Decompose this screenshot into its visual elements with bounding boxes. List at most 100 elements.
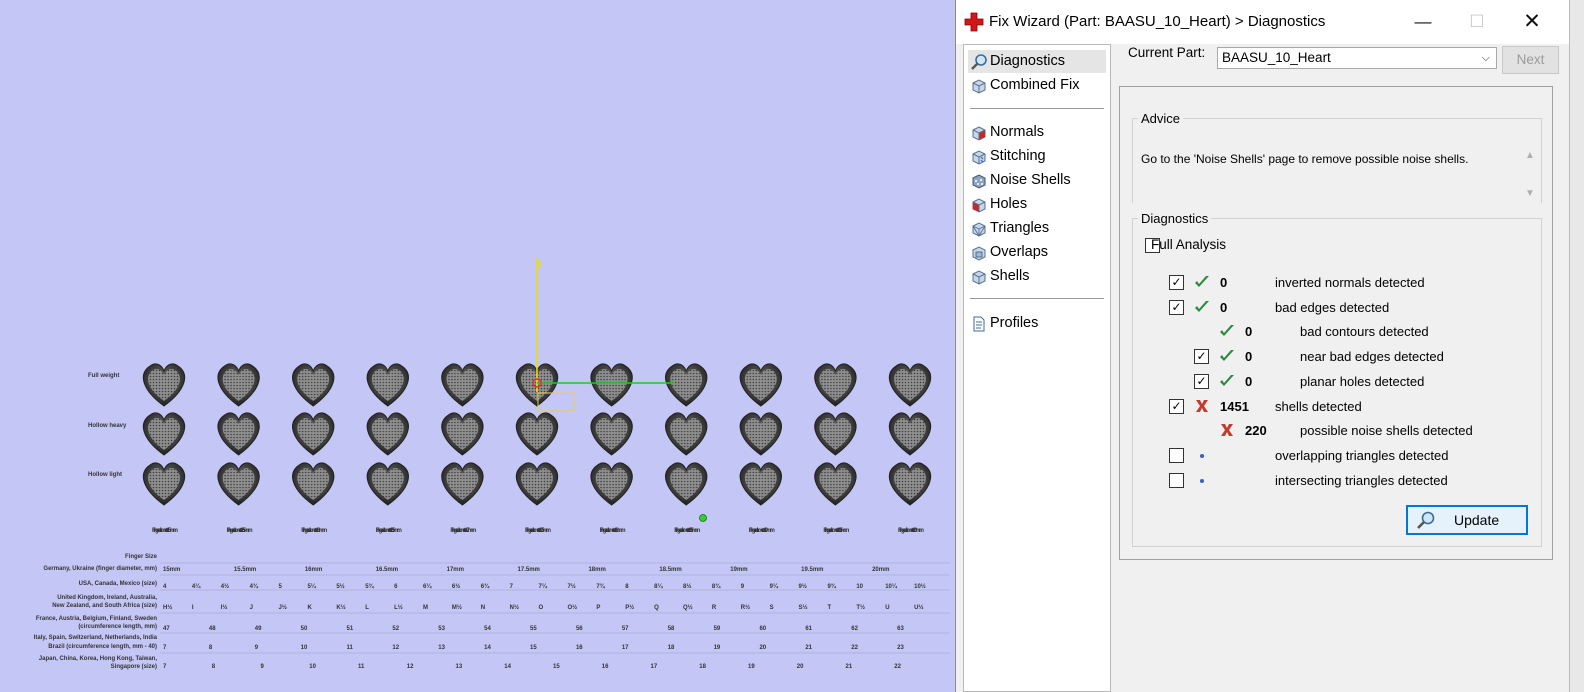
size-table-cell: 4¼ [192,583,201,590]
nav-item-label: Combined Fix [990,77,1080,93]
nav-item-combined-fix[interactable]: Combined Fix [968,74,1106,97]
diagnostic-label: bad contours detected [1300,324,1429,339]
heart-model[interactable] [142,363,186,407]
size-table-cell: 11 [347,645,354,651]
heart-model[interactable] [441,363,484,407]
heart-model[interactable] [739,412,782,456]
size-table-cell: M [423,605,428,611]
heart-model[interactable] [739,462,782,506]
heart-model[interactable] [665,462,708,506]
nav-item-normals[interactable]: Normals [968,121,1106,144]
heart-model[interactable] [515,462,559,506]
row-labels: Full weight Hollow heavy Hollow light [88,373,127,478]
nav-item-diagnostics[interactable]: Diagnostics [968,50,1106,73]
heart-model[interactable] [888,462,932,506]
nav-item-noise-shells[interactable]: Noise Shells [968,169,1106,192]
heart-model[interactable] [366,462,409,506]
finger-size-label: Finger diameter 15mm [152,528,178,534]
heart-model[interactable] [142,462,186,506]
heart-model[interactable] [366,412,409,456]
size-table-cell: 58 [668,626,675,632]
noise-shells-icon [972,174,986,189]
heart-model[interactable] [292,412,335,456]
heart-model[interactable] [142,412,186,456]
diagnostic-checkbox[interactable] [1169,448,1184,463]
scroll-down-icon[interactable]: ▼ [1525,188,1535,199]
current-part-label: Current Part: [1128,45,1206,60]
diagnostic-label: possible noise shells detected [1300,423,1473,438]
diagnostic-checkbox[interactable]: ✓ [1169,275,1184,290]
size-table-cell: 5¼ [307,583,316,590]
heart-model[interactable] [441,462,484,506]
size-table-cell: O [539,605,544,611]
size-table-cell: P [596,605,600,611]
advice-scrollbar[interactable]: ▲ ▼ [1523,148,1541,204]
size-table-cell: 7 [510,584,514,590]
heart-model[interactable] [888,363,932,407]
diagnostic-checkbox[interactable]: ✓ [1194,349,1209,364]
heart-model[interactable] [292,363,335,407]
heart-model[interactable] [515,412,559,456]
heart-model[interactable] [217,412,260,456]
title-bar[interactable]: Fix Wizard (Part: BAASU_10_Heart) > Diag… [956,0,1570,44]
minimize-button[interactable]: — [1411,10,1435,34]
heart-model[interactable] [814,412,857,456]
overlaps-cube-icon [972,246,986,261]
size-table-cell: 15mm [163,567,180,573]
size-table-cell: H½ [163,604,172,611]
heart-model[interactable] [888,412,932,456]
diagnostic-count: 0 [1245,349,1253,364]
heart-model[interactable] [590,363,633,407]
diagnostic-label: bad edges detected [1275,300,1390,315]
close-button[interactable]: ✕ [1520,10,1544,34]
diagnostic-checkbox[interactable]: ✓ [1194,374,1209,389]
diagnostic-count: 0 [1220,300,1228,315]
nav-item-shells[interactable]: Shells [968,265,1106,288]
nav-item-holes[interactable]: Holes [968,193,1106,216]
diagnostic-checkbox[interactable]: ✓ [1169,300,1184,315]
size-table-cell: 10 [309,664,316,670]
3d-viewport[interactable]: Full weight Hollow heavy Hollow light Fing… [0,0,955,692]
heart-model[interactable] [590,462,633,506]
size-table-cell: I½ [221,604,228,611]
size-table-cell: S [770,605,774,611]
update-button[interactable]: Update [1406,505,1528,535]
heart-model[interactable] [292,462,335,506]
heart-model[interactable] [217,462,260,506]
size-table-cell: 8¼ [654,583,663,590]
size-table-cell: 20 [759,645,766,651]
diagnostic-count: 1451 [1220,399,1249,414]
size-table-cell: 8 [625,584,629,590]
size-table-row-label: Germany, Ukraine (finger diameter, mm) [43,566,157,572]
nav-item-triangles[interactable]: Triangles [968,217,1106,240]
size-table-cell: R [712,605,717,611]
scroll-up-icon[interactable]: ▲ [1525,150,1535,161]
heart-model[interactable] [590,412,633,456]
next-button[interactable]: Next [1502,46,1559,74]
nav-item-profiles[interactable]: Profiles [968,312,1106,335]
heart-model[interactable] [366,363,409,407]
heart-model[interactable] [217,363,260,407]
nav-item-stitching[interactable]: Stitching [968,145,1106,168]
maximize-button[interactable]: ☐ [1465,10,1489,34]
size-table-row-label: France, Austria, Belgium, Finland, Swede… [36,616,157,622]
size-table-cell: 7 [163,664,167,670]
current-part-select[interactable]: BAASU_10_Heart ⌵ [1217,47,1497,69]
heart-model[interactable] [665,412,708,456]
scene-canvas[interactable]: Full weight Hollow heavy Hollow light Fing… [0,0,955,692]
red-cross-icon [964,12,984,32]
cube-icon [972,79,986,94]
advice-textbox[interactable]: Go to the 'Noise Shells' page to remove … [1133,148,1541,210]
diagnostic-checkbox[interactable] [1169,473,1184,488]
diagnostic-checkbox[interactable]: ✓ [1169,399,1184,414]
nav-item-overlaps[interactable]: Overlaps [968,241,1106,264]
heart-model[interactable] [739,363,782,407]
heart-model[interactable] [441,412,484,456]
size-table-row-label: USA, Canada, Mexico (size) [79,581,157,587]
heart-model[interactable] [814,462,857,506]
magnifier-icon [1417,511,1435,529]
nav-item-label: Triangles [990,220,1050,236]
size-table-cell: 10 [301,645,308,651]
heart-model[interactable] [814,363,857,407]
heart-model[interactable] [665,363,708,407]
